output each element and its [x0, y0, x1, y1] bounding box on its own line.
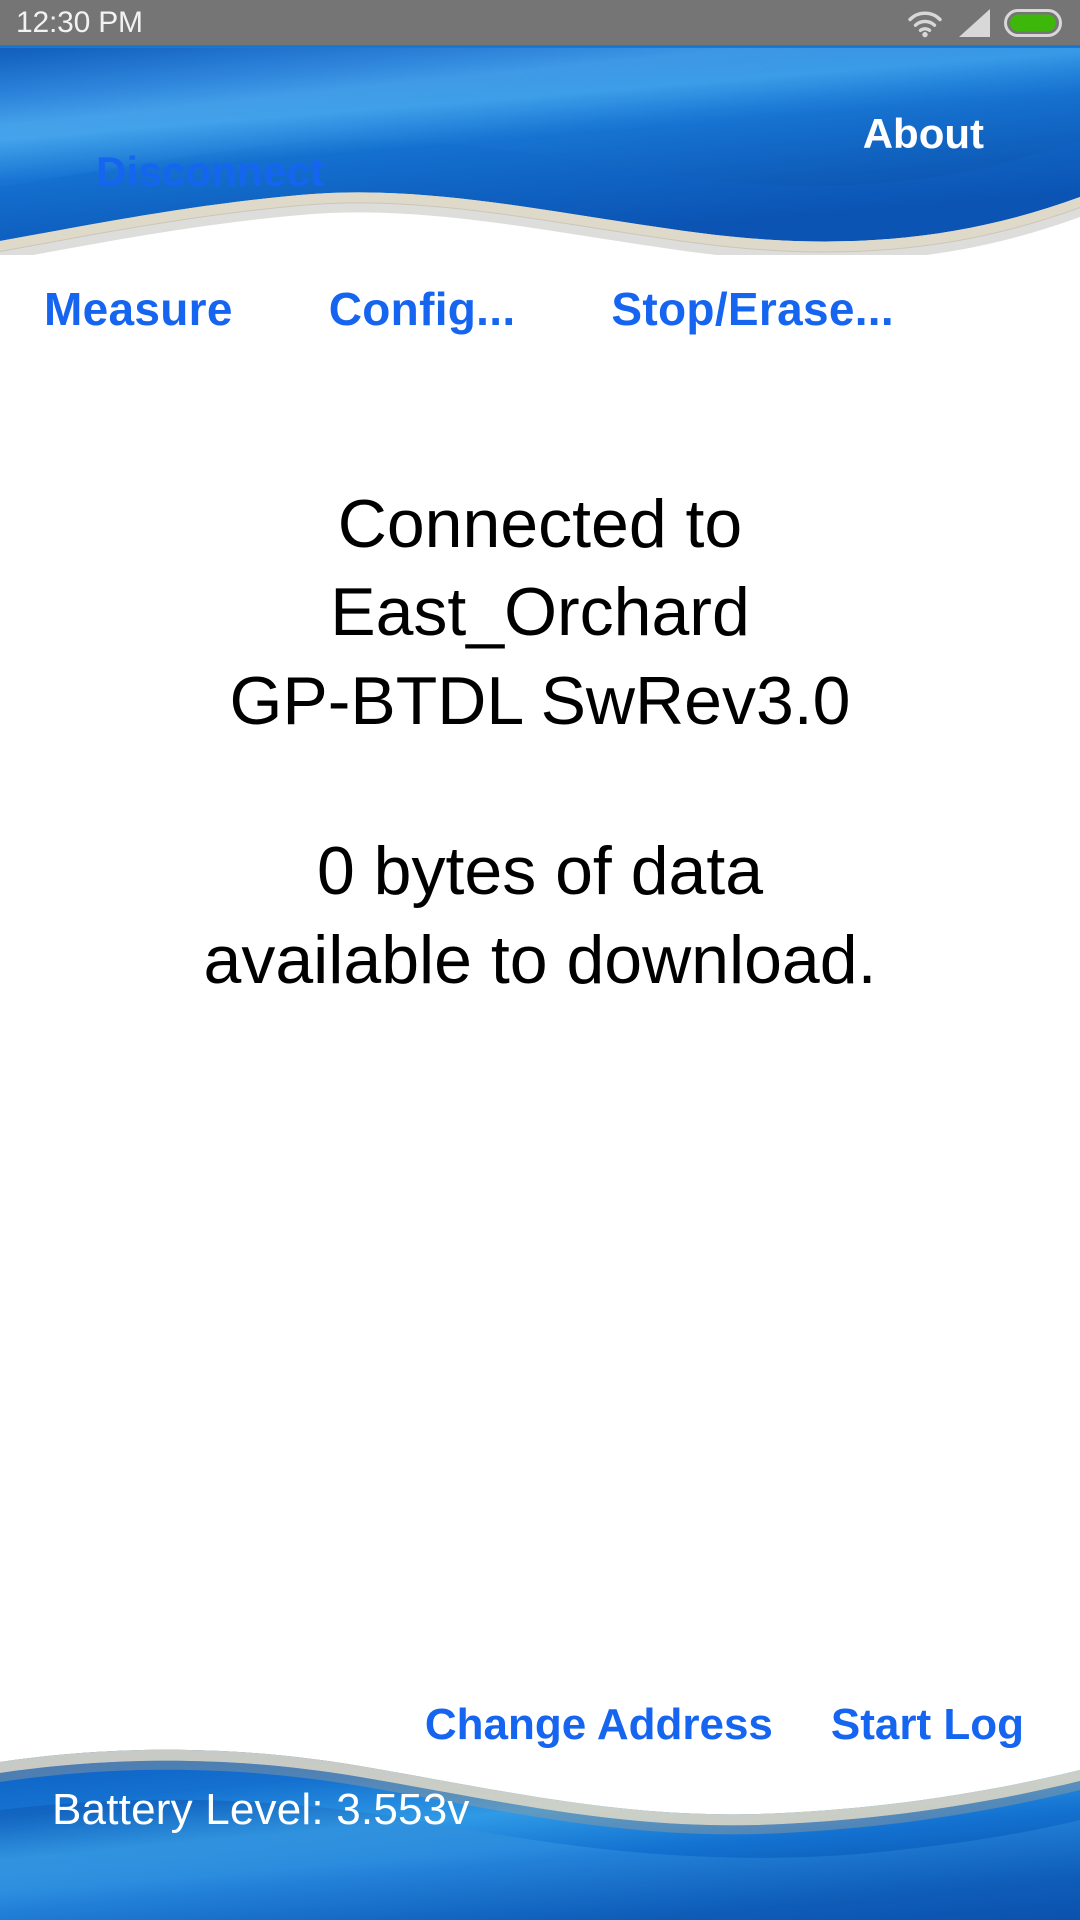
- status-line-device-name: East_Orchard: [330, 574, 750, 651]
- status-block-spacer: [0, 745, 1080, 827]
- status-message-block: Connected to East_Orchard GP-BTDL SwRev3…: [0, 480, 1080, 1004]
- about-button[interactable]: About: [863, 110, 984, 158]
- primary-action-row: Measure Config... Stop/Erase...: [0, 282, 1080, 336]
- cellular-signal-icon: [957, 8, 991, 38]
- secondary-action-row: Change Address Start Log: [0, 1700, 1080, 1750]
- status-line-data-bytes: 0 bytes of data: [316, 833, 764, 910]
- wifi-icon: [906, 8, 944, 38]
- measure-button[interactable]: Measure: [44, 282, 233, 336]
- stop-erase-button[interactable]: Stop/Erase...: [611, 282, 894, 336]
- battery-level-label: Battery Level: 3.553v: [52, 1785, 470, 1834]
- disconnect-button[interactable]: Disconnect: [96, 148, 324, 196]
- battery-icon: [1004, 8, 1066, 38]
- status-line-connected-to: Connected to: [337, 486, 743, 562]
- change-address-button[interactable]: Change Address: [425, 1700, 773, 1750]
- app-root: 12:30 PM Disconnect About Measure Config…: [0, 0, 1080, 1920]
- status-line-device-model: GP-BTDL SwRev3.0: [229, 662, 851, 739]
- status-bar-clock: 12:30 PM: [16, 5, 143, 39]
- status-bar-accent-line: [0, 45, 1080, 48]
- config-button[interactable]: Config...: [329, 282, 516, 336]
- start-log-button[interactable]: Start Log: [831, 1700, 1024, 1750]
- status-bar-icons: [906, 8, 1066, 38]
- status-line-data-available: available to download.: [203, 921, 877, 998]
- status-bar: 12:30 PM: [0, 0, 1080, 45]
